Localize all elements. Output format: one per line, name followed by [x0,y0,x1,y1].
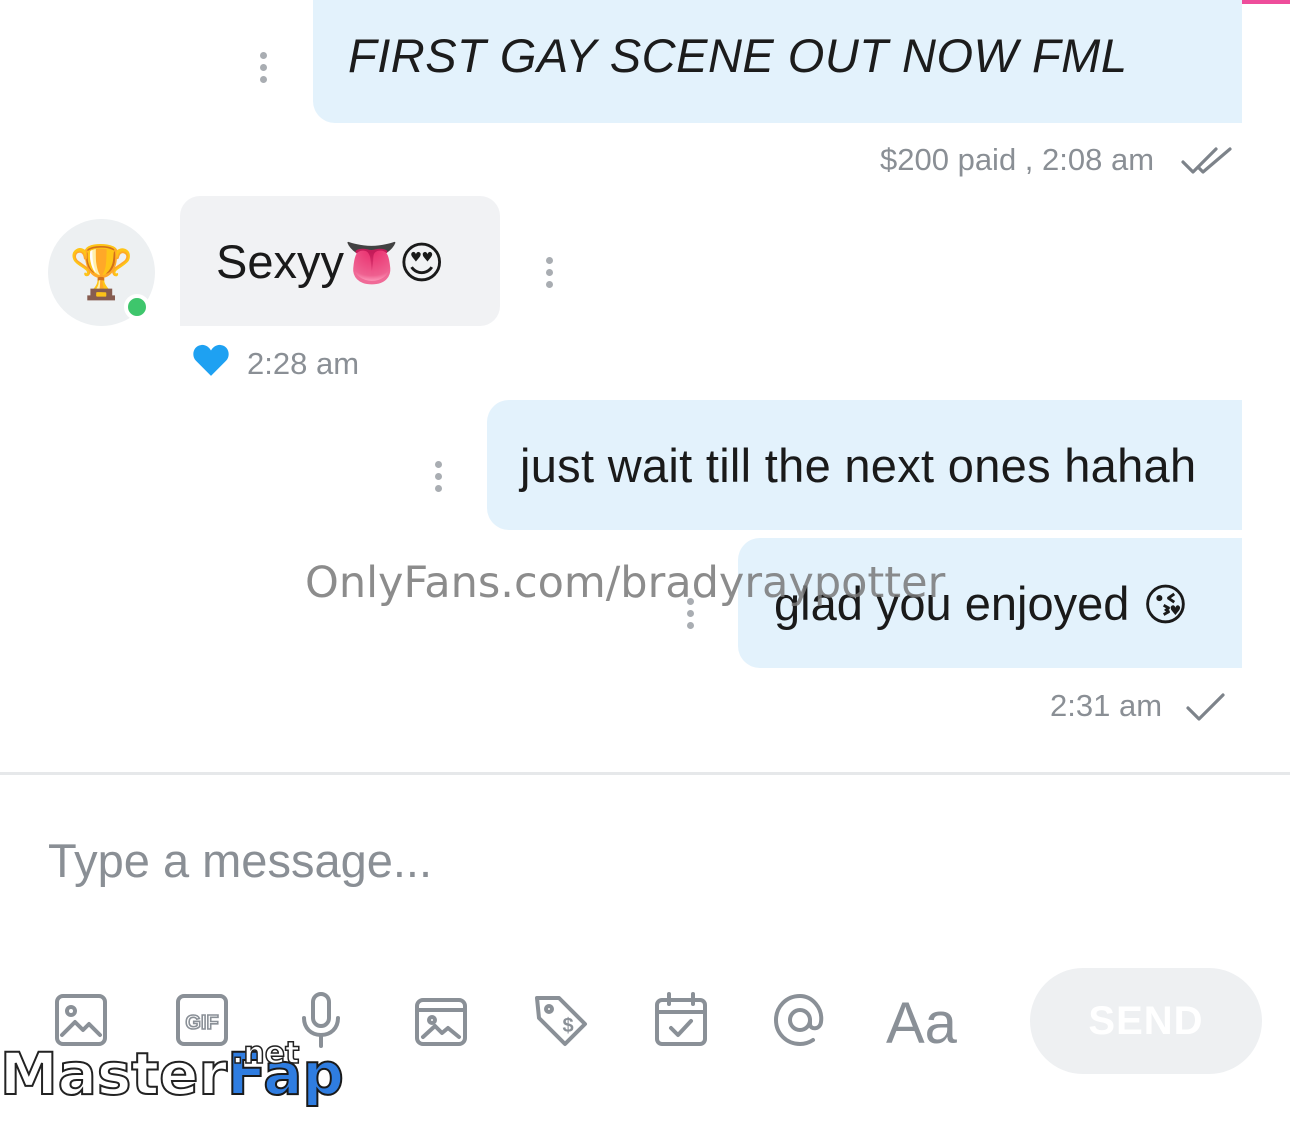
text-format-icon[interactable]: Aa [886,990,957,1057]
message-bubble-incoming[interactable]: Sexyy👅😍 [180,196,500,326]
calendar-icon[interactable] [649,988,713,1052]
message-meta: $200 paid , 2:08 am [880,142,1155,177]
online-status-dot [124,294,150,320]
watermark: OnlyFans.com/bradyraypotter [305,558,946,608]
message-bubble-outgoing[interactable]: just wait till the next ones hahah [487,400,1242,530]
divider [0,772,1290,775]
message-input[interactable] [0,800,1000,920]
message-text: FIRST GAY SCENE OUT NOW FML [348,29,1128,82]
message-text: just wait till the next ones hahah [520,439,1197,492]
logo: MasterFap .net [0,1035,345,1109]
message-options-icon[interactable] [259,52,267,83]
message-time: 2:31 am [1050,688,1163,723]
message-bubble-outgoing[interactable]: FIRST GAY SCENE OUT NOW FML [313,0,1242,123]
trophy-icon: 🏆 [69,243,134,302]
emoji: 😘 [1142,581,1189,630]
check-icon [1186,693,1225,721]
message-options-icon[interactable] [545,257,553,288]
svg-text:GIF: GIF [185,1012,218,1034]
double-check-icon [1181,147,1232,174]
emoji: 👅😍 [344,239,445,288]
media-vault-icon[interactable] [409,988,473,1052]
message-options-icon[interactable] [434,461,442,492]
mention-icon[interactable] [768,988,832,1052]
svg-text:$: $ [562,1015,573,1037]
message-time: 2:28 am [247,346,360,381]
send-button[interactable]: SEND [1030,968,1262,1074]
message-text: Sexyy👅😍 [216,235,445,288]
heart-icon[interactable] [192,342,230,378]
price-tag-icon[interactable]: $ [529,988,593,1052]
